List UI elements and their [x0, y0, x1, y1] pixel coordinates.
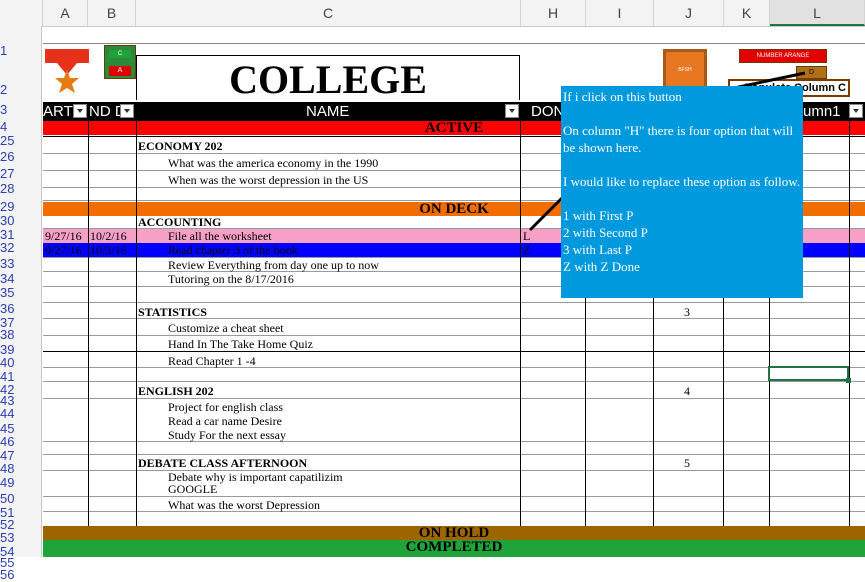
row-number[interactable]: 33 — [0, 257, 20, 270]
row-divider — [43, 381, 865, 382]
task-name[interactable]: Project for english class — [168, 400, 283, 414]
column-divider — [88, 121, 89, 526]
shape-c-box[interactable]: C A — [104, 45, 136, 79]
row-number[interactable]: 25 — [0, 134, 20, 147]
task-name[interactable]: Customize a cheat sheet — [168, 321, 284, 335]
row-divider — [43, 335, 865, 336]
row-number[interactable]: 44 — [0, 407, 20, 420]
column-header-i[interactable]: I — [586, 0, 654, 26]
select-all-corner[interactable] — [0, 0, 43, 26]
task-name[interactable]: Read a car name Desire — [168, 414, 282, 428]
task-name[interactable]: Hand In The Take Home Quiz — [168, 337, 313, 351]
task-name[interactable]: When was the worst depression in the US — [168, 173, 368, 187]
row-number[interactable]: 34 — [0, 272, 20, 285]
row-divider — [43, 470, 865, 471]
start-date[interactable]: 9/27/16 — [45, 243, 82, 257]
column-header-k[interactable]: K — [724, 0, 770, 26]
task-name[interactable]: Read Chapter 1 -4 — [168, 354, 256, 368]
row-number[interactable]: 26 — [0, 150, 20, 163]
row-number[interactable]: 35 — [0, 286, 20, 299]
task-name[interactable]: GOOGLE — [168, 482, 217, 496]
course-heading: DEBATE CLASS AFTERNOON — [138, 456, 308, 470]
task-name[interactable]: Read chapter 3 of the book — [168, 243, 298, 257]
selected-cell[interactable] — [768, 366, 849, 381]
course-heading: STATISTICS — [138, 305, 207, 319]
row-number[interactable]: 40 — [0, 356, 20, 369]
fill-handle[interactable] — [846, 378, 851, 383]
filter-dropdown-b[interactable] — [120, 104, 134, 118]
row-number[interactable]: 48 — [0, 462, 20, 475]
done-status[interactable]: Z — [523, 243, 530, 257]
title-box: COLLEGE — [136, 55, 520, 102]
header-name: NAME — [306, 103, 350, 120]
column-header-bar: A B C H I J K L — [0, 0, 865, 27]
row-number[interactable]: 1 — [0, 44, 20, 57]
comment-note: If i click on this button On column "H" … — [561, 86, 803, 298]
row-number[interactable]: 2 — [0, 83, 20, 96]
course-number[interactable]: 3 — [684, 305, 690, 319]
column-divider — [136, 121, 137, 526]
row-divider — [43, 351, 865, 352]
row-divider — [43, 441, 865, 442]
column-header-h[interactable]: H — [521, 0, 586, 26]
task-name[interactable]: File all the worksheet — [168, 229, 272, 243]
section-on-hold: ON HOLD — [43, 526, 865, 541]
column-header-c[interactable]: C — [136, 0, 521, 26]
row-number[interactable]: 36 — [0, 302, 20, 315]
row-divider — [43, 511, 865, 512]
row-number[interactable]: 49 — [0, 476, 20, 489]
row-number[interactable]: 29 — [0, 200, 20, 213]
row-number[interactable]: 30 — [0, 214, 20, 227]
row-number[interactable]: 27 — [0, 167, 20, 180]
row-divider — [43, 496, 865, 497]
row-number[interactable]: 53 — [0, 531, 20, 544]
task-name[interactable]: Study For the next essay — [168, 428, 286, 442]
row-number[interactable]: 4 — [0, 120, 20, 133]
row-number[interactable]: 46 — [0, 435, 20, 448]
course-heading: ENGLISH 202 — [138, 384, 214, 398]
course-heading: ACCOUNTING — [138, 215, 222, 229]
end-date[interactable]: 10/3/16 — [90, 243, 127, 257]
comment-text: If i click on this button On column "H" … — [563, 89, 801, 274]
filter-dropdown-a[interactable] — [73, 104, 87, 118]
page-title: COLLEGE — [229, 57, 427, 102]
row-number[interactable]: 28 — [0, 182, 20, 195]
row-number[interactable]: 38 — [0, 328, 20, 341]
task-name[interactable]: What was the worst Depression — [168, 498, 320, 512]
course-heading: ECONOMY 202 — [138, 139, 223, 153]
arrow-star-logo — [45, 49, 89, 93]
row-divider — [43, 367, 865, 368]
column-header-l[interactable]: L — [770, 0, 865, 26]
column-header-j[interactable]: J — [654, 0, 724, 26]
row-number[interactable]: 50 — [0, 492, 20, 505]
row-number[interactable]: 32 — [0, 241, 20, 254]
column-header-a[interactable]: A — [43, 0, 88, 26]
course-number[interactable]: 4 — [684, 384, 690, 398]
task-name[interactable]: Tutoring on the 8/17/2016 — [168, 272, 294, 286]
course-number[interactable]: 5 — [684, 456, 690, 470]
header-start-date: ART — [43, 103, 73, 120]
column-header-b[interactable]: B — [88, 0, 136, 26]
filter-dropdown-l[interactable] — [849, 104, 863, 118]
start-date[interactable]: 9/27/16 — [45, 229, 82, 243]
end-date[interactable]: 10/2/16 — [90, 229, 127, 243]
row-divider — [43, 398, 865, 399]
row-divider — [43, 454, 865, 455]
task-name[interactable]: Review Everything from day one up to now — [168, 258, 379, 272]
task-name[interactable]: What was the america economy in the 1990 — [168, 156, 378, 170]
row-header-gutter: 1 2 3 4 25 26 27 28 29 30 31 32 33 34 35… — [0, 26, 42, 581]
column-divider — [849, 121, 850, 526]
shape-c-label: C — [109, 50, 131, 58]
row-number[interactable]: 3 — [0, 103, 20, 116]
row-number[interactable]: 56 — [0, 568, 20, 581]
row-divider — [43, 302, 865, 303]
filter-dropdown-c[interactable] — [505, 104, 519, 118]
shape-a-label[interactable]: A — [109, 66, 131, 76]
section-completed: COMPLETED — [43, 540, 865, 557]
